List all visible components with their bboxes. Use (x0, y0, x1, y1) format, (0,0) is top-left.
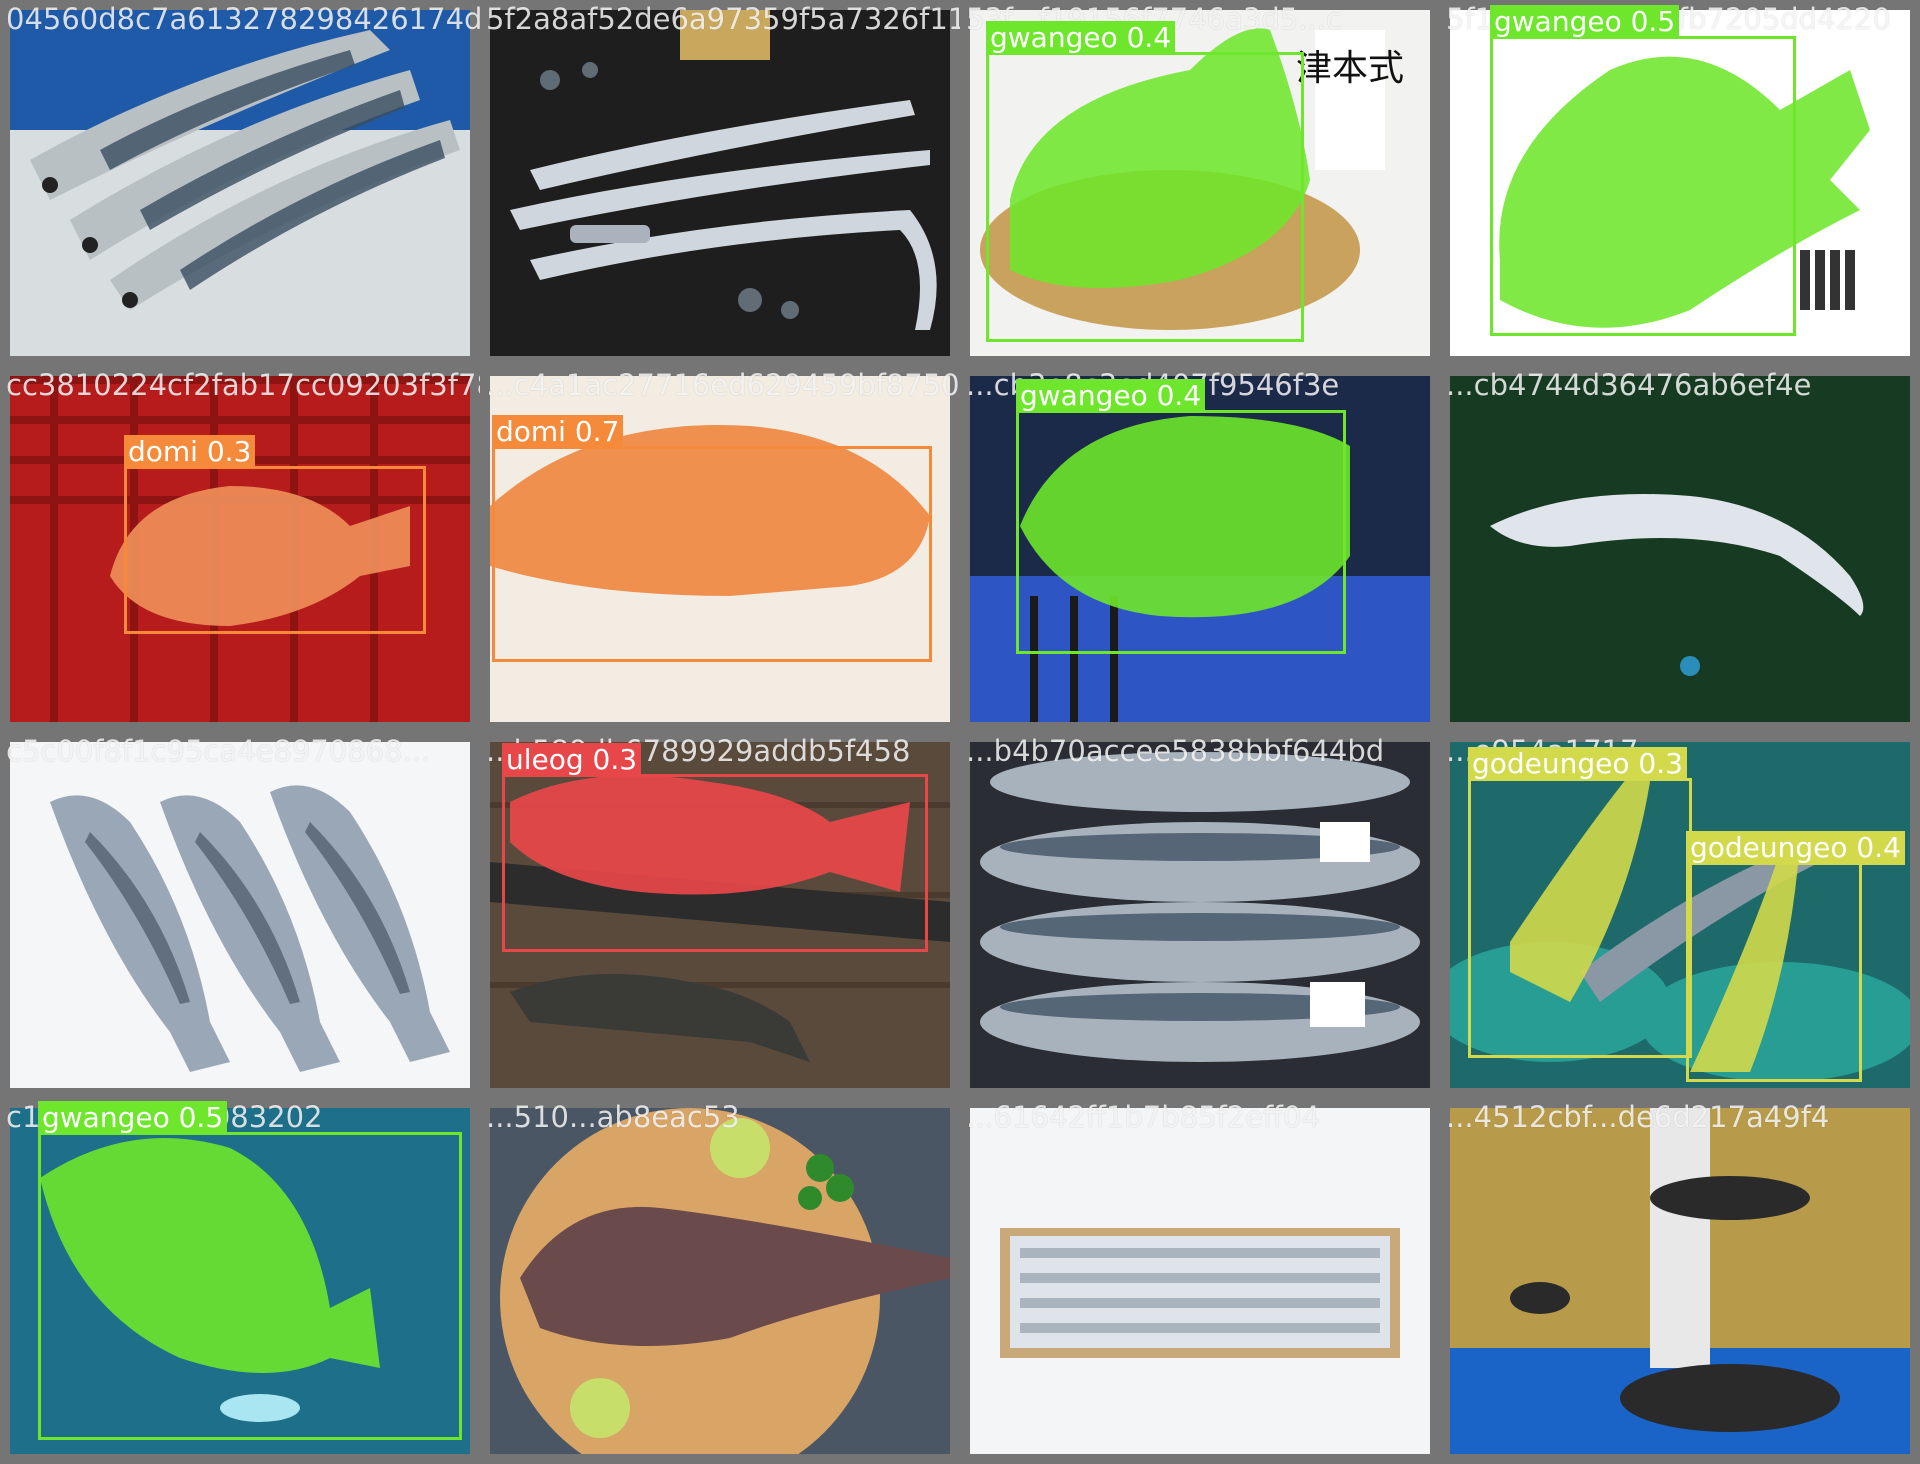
tile-2: 5f2a8af52de6a97359f5a7326f11e (480, 0, 960, 366)
tile-filename: ...cb4744d36476ab6ef4e (1446, 368, 1812, 402)
tile-1: 04560d8c7a613278298426174d8 (0, 0, 480, 366)
tile-14: ...510...ab8eac53 (480, 1098, 960, 1464)
detection-label: domi 0.3 (124, 435, 256, 469)
photo-saury-in-box (970, 1108, 1430, 1454)
photo-monkfish-on-board (490, 1108, 950, 1454)
detection-box: gwangeo 0.5 (38, 1101, 462, 1440)
tile-10: uleog 0.3 ...b589db6789929addb5f458 (480, 732, 960, 1098)
detection-box: gwangeo 0.5 (1490, 5, 1796, 336)
detection-label: godeungeo 0.3 (1468, 747, 1687, 781)
tile-9: c5c00f8f1c95ca4e8970868... (0, 732, 480, 1098)
detection-label: domi 0.7 (492, 415, 624, 449)
detection-label: godeungeo 0.4 (1686, 831, 1905, 865)
photo-mackerel-packaged (970, 742, 1430, 1088)
detection-box: godeungeo 0.3 (1468, 747, 1692, 1058)
photo-cutlassfish-underwater (1450, 376, 1910, 722)
detection-box: uleog 0.3 (502, 743, 928, 952)
detection-box: domi 0.3 (124, 435, 426, 634)
tile-filename: ...510...ab8eac53 (486, 1100, 740, 1134)
tile-filename: ...4512cbf...de6d217a49f4 (1446, 1100, 1830, 1134)
svg-text:津本式: 津本式 (1296, 48, 1404, 89)
tile-filename: ...c4a1ac27716ed629459bf875078 (486, 368, 960, 402)
photo-saury-on-dark (490, 10, 950, 356)
detection-label: gwangeo 0.4 (986, 21, 1176, 55)
detection-label: uleog 0.3 (502, 743, 642, 777)
tile-11: ...b4b70accee5838bbf644bd (960, 732, 1440, 1098)
detection-label: gwangeo 0.5 (1490, 5, 1680, 39)
photo-rockfish-in-aquarium (1450, 1108, 1910, 1454)
detection-box: gwangeo 0.4 (986, 21, 1304, 342)
tile-filename: ...61642ff1b7b85f2eff04 (966, 1100, 1320, 1134)
tile-3: 津本式 gwangeo 0.4 53f...f19156f7746a3d5...… (960, 0, 1440, 366)
tile-13: gwangeo 0.5 c1...a714cd0e083202 (0, 1098, 480, 1464)
tile-5: domi 0.3 cc3810224cf2fab17cc09203f3f788 (0, 366, 480, 732)
detection-box: gwangeo 0.4 (1016, 379, 1346, 654)
detection-box: godeungeo 0.4 (1686, 831, 1905, 1082)
tile-12: godeungeo 0.3 godeungeo 0.4 ...e954a1717 (1440, 732, 1920, 1098)
tile-8: ...cb4744d36476ab6ef4e (1440, 366, 1920, 732)
tile-7: gwangeo 0.4 ...cb3e8c3ed407f9546f3e (960, 366, 1440, 732)
tile-filename: 5f2a8af52de6a97359f5a7326f11e (486, 2, 960, 36)
tile-4: gwangeo 0.5 5f1b...ab8294fbfb7205dd4220 (1440, 0, 1920, 366)
detection-label: gwangeo 0.5 (38, 1101, 228, 1135)
image-grid: 04560d8c7a613278298426174d8 5f2a8af52de6… (0, 0, 1920, 1464)
tile-15: ...61642ff1b7b85f2eff04 (960, 1098, 1440, 1464)
tile-filename: 04560d8c7a613278298426174d8 (6, 2, 480, 36)
detection-box: domi 0.7 (492, 415, 932, 662)
photo-three-herring (10, 742, 470, 1088)
tile-16: ...4512cbf...de6d217a49f4 (1440, 1098, 1920, 1464)
photo-mackerel-on-ice (10, 10, 470, 356)
detection-label: gwangeo 0.4 (1016, 379, 1206, 413)
tile-filename: ...b4b70accee5838bbf644bd (966, 734, 1385, 768)
tile-filename: c5c00f8f1c95ca4e8970868... (6, 734, 431, 768)
tile-filename: cc3810224cf2fab17cc09203f3f788 (6, 368, 480, 402)
tile-6: domi 0.7 ...c4a1ac27716ed629459bf875078 (480, 366, 960, 732)
